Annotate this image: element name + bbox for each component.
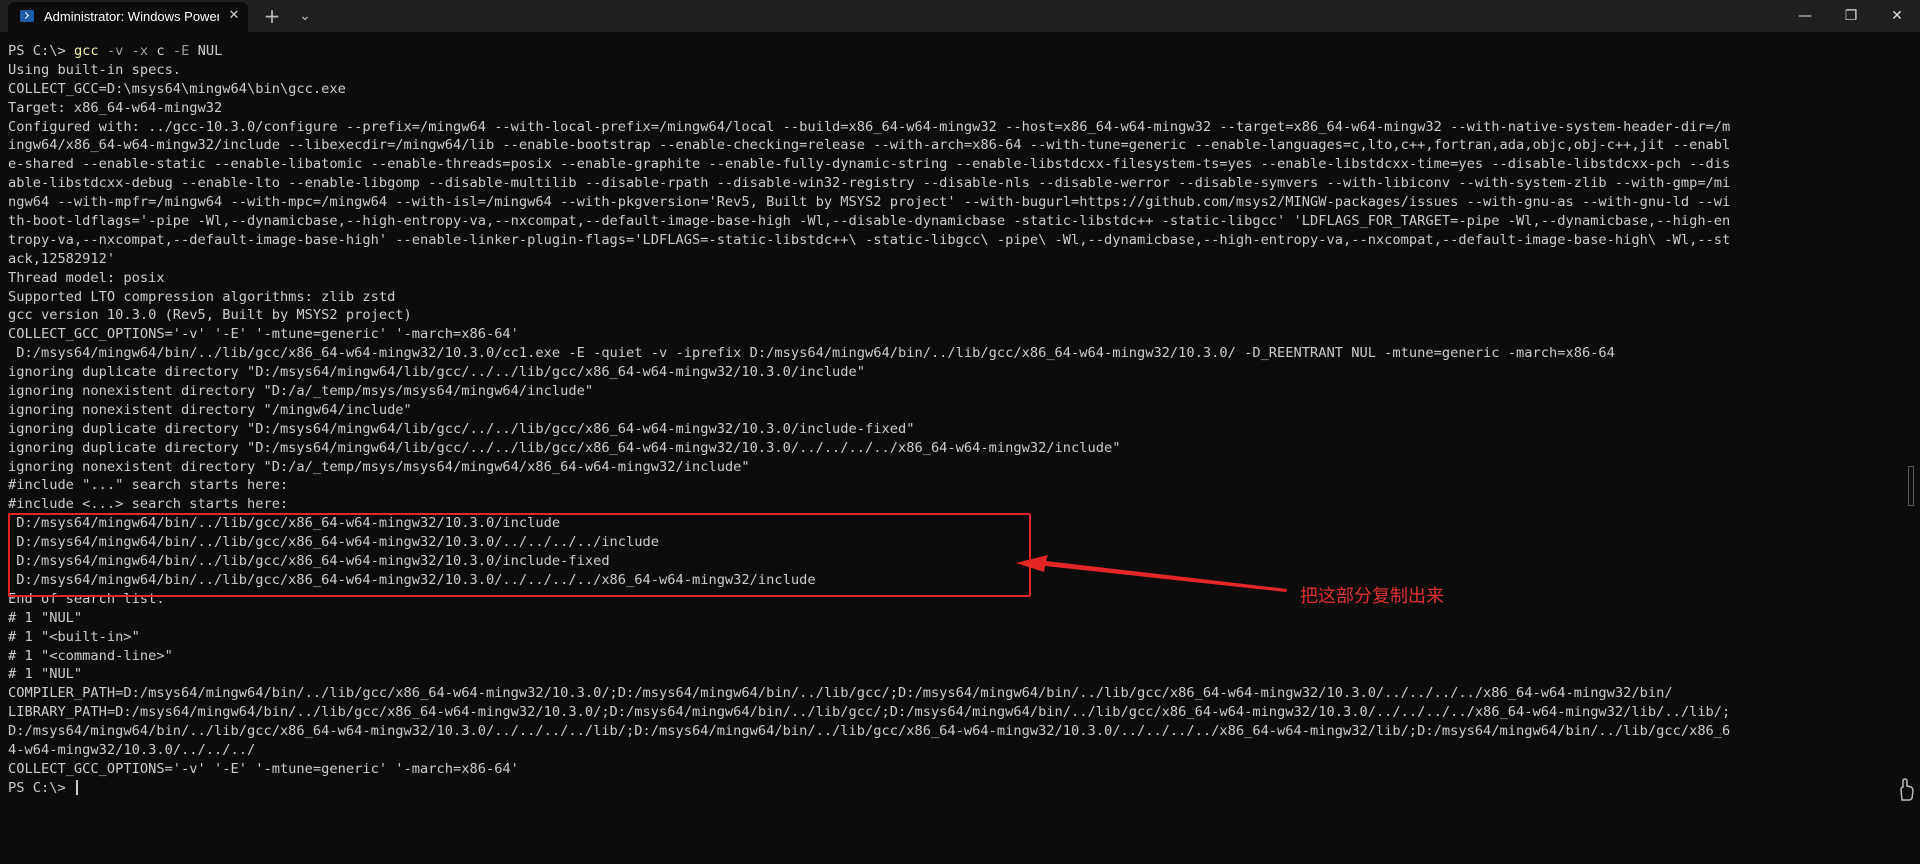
annotation-arrow [1016,555,1287,592]
annotation-text: 把这部分复制出来 [1300,586,1444,607]
hand-icon [1900,778,1914,801]
scrollbar-thumb[interactable] [1908,466,1914,506]
